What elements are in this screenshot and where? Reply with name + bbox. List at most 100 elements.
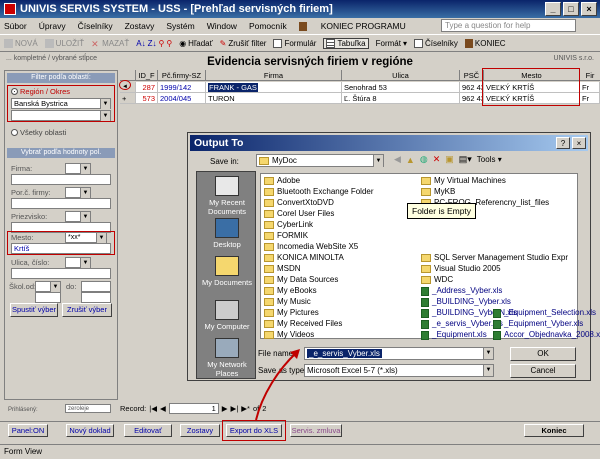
cancel-selection-button[interactable]: Zrušiť výber bbox=[62, 303, 112, 317]
file-name-input[interactable]: _e_servis_Vyber.xls ▼ bbox=[304, 347, 494, 360]
skol-do-input-2[interactable] bbox=[81, 292, 111, 303]
exit-app-button[interactable]: Koniec bbox=[524, 424, 584, 437]
list-item[interactable]: My Pictures bbox=[264, 308, 319, 318]
firma-input[interactable] bbox=[11, 174, 111, 185]
first-record-button[interactable]: |◀ bbox=[149, 404, 157, 413]
firma-operator[interactable]: ▼ bbox=[65, 163, 91, 174]
menu-subor[interactable]: Súbor bbox=[4, 21, 27, 31]
list-item[interactable]: My Data Sources bbox=[264, 275, 338, 285]
menu-koniec-programu[interactable]: KONIEC PROGRAMU bbox=[298, 21, 418, 31]
new-record-button[interactable]: ▶* bbox=[241, 404, 250, 413]
delete-button[interactable]: ✕ MAZAŤ bbox=[91, 39, 129, 49]
list-item[interactable]: _Address_Vyber.xls bbox=[421, 286, 502, 296]
skol-od-input-2[interactable] bbox=[35, 292, 61, 303]
list-item[interactable]: _e_servis_Vyber.xls bbox=[421, 319, 503, 329]
header-id[interactable]: ID_F bbox=[136, 70, 158, 81]
menu-ciselniky[interactable]: Číselníky bbox=[78, 21, 113, 31]
list-item[interactable]: CyberLink bbox=[264, 220, 313, 230]
new-folder-icon[interactable]: ▣ bbox=[445, 154, 454, 165]
list-item[interactable]: Adobe bbox=[264, 176, 300, 186]
header-fir[interactable]: Fir bbox=[580, 70, 600, 81]
all-areas-radio[interactable]: Všetky oblasti bbox=[11, 128, 66, 137]
prev-record-button[interactable]: ◀ bbox=[160, 404, 166, 413]
views-icon[interactable]: ▤▾ bbox=[459, 154, 472, 165]
priezvisko-operator[interactable]: ▼ bbox=[65, 211, 91, 222]
list-item[interactable]: Visual Studio 2005 bbox=[421, 264, 501, 274]
current-record-input[interactable]: 1 bbox=[168, 403, 219, 414]
place-recent[interactable]: My Recent Documents bbox=[197, 176, 257, 216]
list-item[interactable]: _BUILDING_Vyber.xls bbox=[421, 297, 511, 307]
cancel-button[interactable]: Cancel bbox=[510, 364, 576, 378]
table-view-button[interactable]: Tabuľka bbox=[323, 37, 369, 49]
skol-od-input[interactable]: ▼ bbox=[35, 281, 61, 292]
header-pc-firmy[interactable]: Pč.firmy-SZ bbox=[158, 70, 206, 81]
format-menu[interactable]: Formát ▾ bbox=[376, 39, 407, 48]
delete-icon[interactable]: ✕ bbox=[433, 154, 441, 165]
last-record-button[interactable]: ▶| bbox=[231, 404, 239, 413]
district-select[interactable]: ▼ bbox=[11, 110, 111, 121]
menu-pomocnik[interactable]: Pomocník bbox=[249, 21, 287, 31]
list-item[interactable]: _Equipment_Vyber.xls bbox=[493, 319, 583, 329]
menu-upravy[interactable]: Úpravy bbox=[39, 21, 66, 31]
list-item[interactable]: My Music bbox=[264, 297, 311, 307]
list-item[interactable]: My Received Files bbox=[264, 319, 342, 329]
list-item[interactable]: ConvertXtoDVD bbox=[264, 198, 334, 208]
list-item[interactable]: Corel User Files bbox=[264, 209, 334, 219]
menu-window[interactable]: Window bbox=[207, 21, 237, 31]
list-item[interactable]: KONICA MINOLTA bbox=[264, 253, 344, 263]
region-radio[interactable]: Región / Okres bbox=[11, 87, 70, 96]
region-select[interactable]: Banská Bystrica ▼ bbox=[11, 98, 111, 109]
reports-button[interactable]: Zostavy bbox=[180, 424, 220, 437]
header-firma[interactable]: Firma bbox=[206, 70, 342, 81]
new-button[interactable]: NOVÁ bbox=[4, 38, 38, 48]
mesto-operator[interactable]: *xx* ▼ bbox=[65, 232, 107, 243]
list-item[interactable]: FORMIK bbox=[264, 231, 308, 241]
menu-zostavy[interactable]: Zostavy bbox=[125, 21, 155, 31]
help-button[interactable]: ? bbox=[556, 137, 570, 149]
service-contract-button[interactable]: Servis. zmluva bbox=[290, 424, 342, 437]
place-network[interactable]: My Network Places bbox=[197, 338, 257, 378]
list-item[interactable]: _Equipment_Selection.xls bbox=[493, 308, 596, 318]
list-item[interactable]: Bluetooth Exchange Folder bbox=[264, 187, 374, 197]
edit-button[interactable]: Editovať bbox=[124, 424, 172, 437]
ulica-input[interactable] bbox=[11, 268, 111, 279]
header-psc[interactable]: PSČ bbox=[460, 70, 484, 81]
maximize-button[interactable]: □ bbox=[563, 2, 579, 16]
por-c-input[interactable] bbox=[11, 198, 111, 209]
list-item[interactable]: Incomedia WebSite X5 bbox=[264, 242, 358, 252]
ok-button[interactable]: OK bbox=[510, 347, 576, 361]
header-ulica[interactable]: Ulica bbox=[342, 70, 460, 81]
list-item[interactable]: MSDN bbox=[264, 264, 301, 274]
list-item[interactable]: My Videos bbox=[264, 330, 314, 340]
list-item[interactable]: My Virtual Machines bbox=[421, 176, 506, 186]
form-view-button[interactable]: Formulár bbox=[273, 38, 316, 48]
save-button[interactable]: ULOŽIŤ bbox=[44, 38, 84, 48]
search-web-icon[interactable]: ◍ bbox=[420, 154, 428, 165]
place-my-documents[interactable]: My Documents bbox=[197, 256, 257, 287]
list-item[interactable]: _Equipment.xls bbox=[421, 330, 487, 340]
close-button[interactable]: × bbox=[581, 2, 597, 16]
place-my-computer[interactable]: My Computer bbox=[197, 300, 257, 331]
skol-do-input[interactable] bbox=[81, 281, 111, 292]
sort-buttons[interactable]: A↓ Z↓ ⚲ ⚲ bbox=[136, 39, 172, 48]
list-item[interactable]: SQL Server Management Studio Expr bbox=[421, 253, 568, 263]
save-in-select[interactable]: MyDoc ▼ bbox=[256, 154, 384, 167]
list-item[interactable]: WDC bbox=[421, 275, 453, 285]
back-icon[interactable]: ◀ bbox=[394, 154, 401, 165]
exit-button[interactable]: KONIEC bbox=[464, 38, 506, 48]
up-folder-icon[interactable]: ▲ bbox=[406, 155, 415, 165]
clear-filter-button[interactable]: ✎ Zrušiť filter bbox=[220, 39, 267, 48]
new-document-button[interactable]: Nový doklad bbox=[66, 424, 114, 437]
dialog-close-button[interactable]: × bbox=[572, 137, 586, 149]
next-record-button[interactable]: ▶ bbox=[222, 404, 228, 413]
find-button[interactable]: ◉ Hľadať bbox=[179, 39, 212, 48]
place-desktop[interactable]: Desktop bbox=[197, 218, 257, 249]
por-c-operator[interactable]: ▼ bbox=[65, 187, 91, 198]
codelists-button[interactable]: Číselníky bbox=[413, 38, 458, 48]
list-item[interactable]: MyKB bbox=[421, 187, 455, 197]
help-search-input[interactable]: Type a question for help bbox=[441, 19, 576, 32]
mesto-input[interactable]: Krtíš bbox=[11, 243, 111, 254]
ulica-operator[interactable]: ▼ bbox=[65, 257, 91, 268]
minimize-button[interactable]: _ bbox=[545, 2, 561, 16]
menu-system[interactable]: Systém bbox=[166, 21, 194, 31]
